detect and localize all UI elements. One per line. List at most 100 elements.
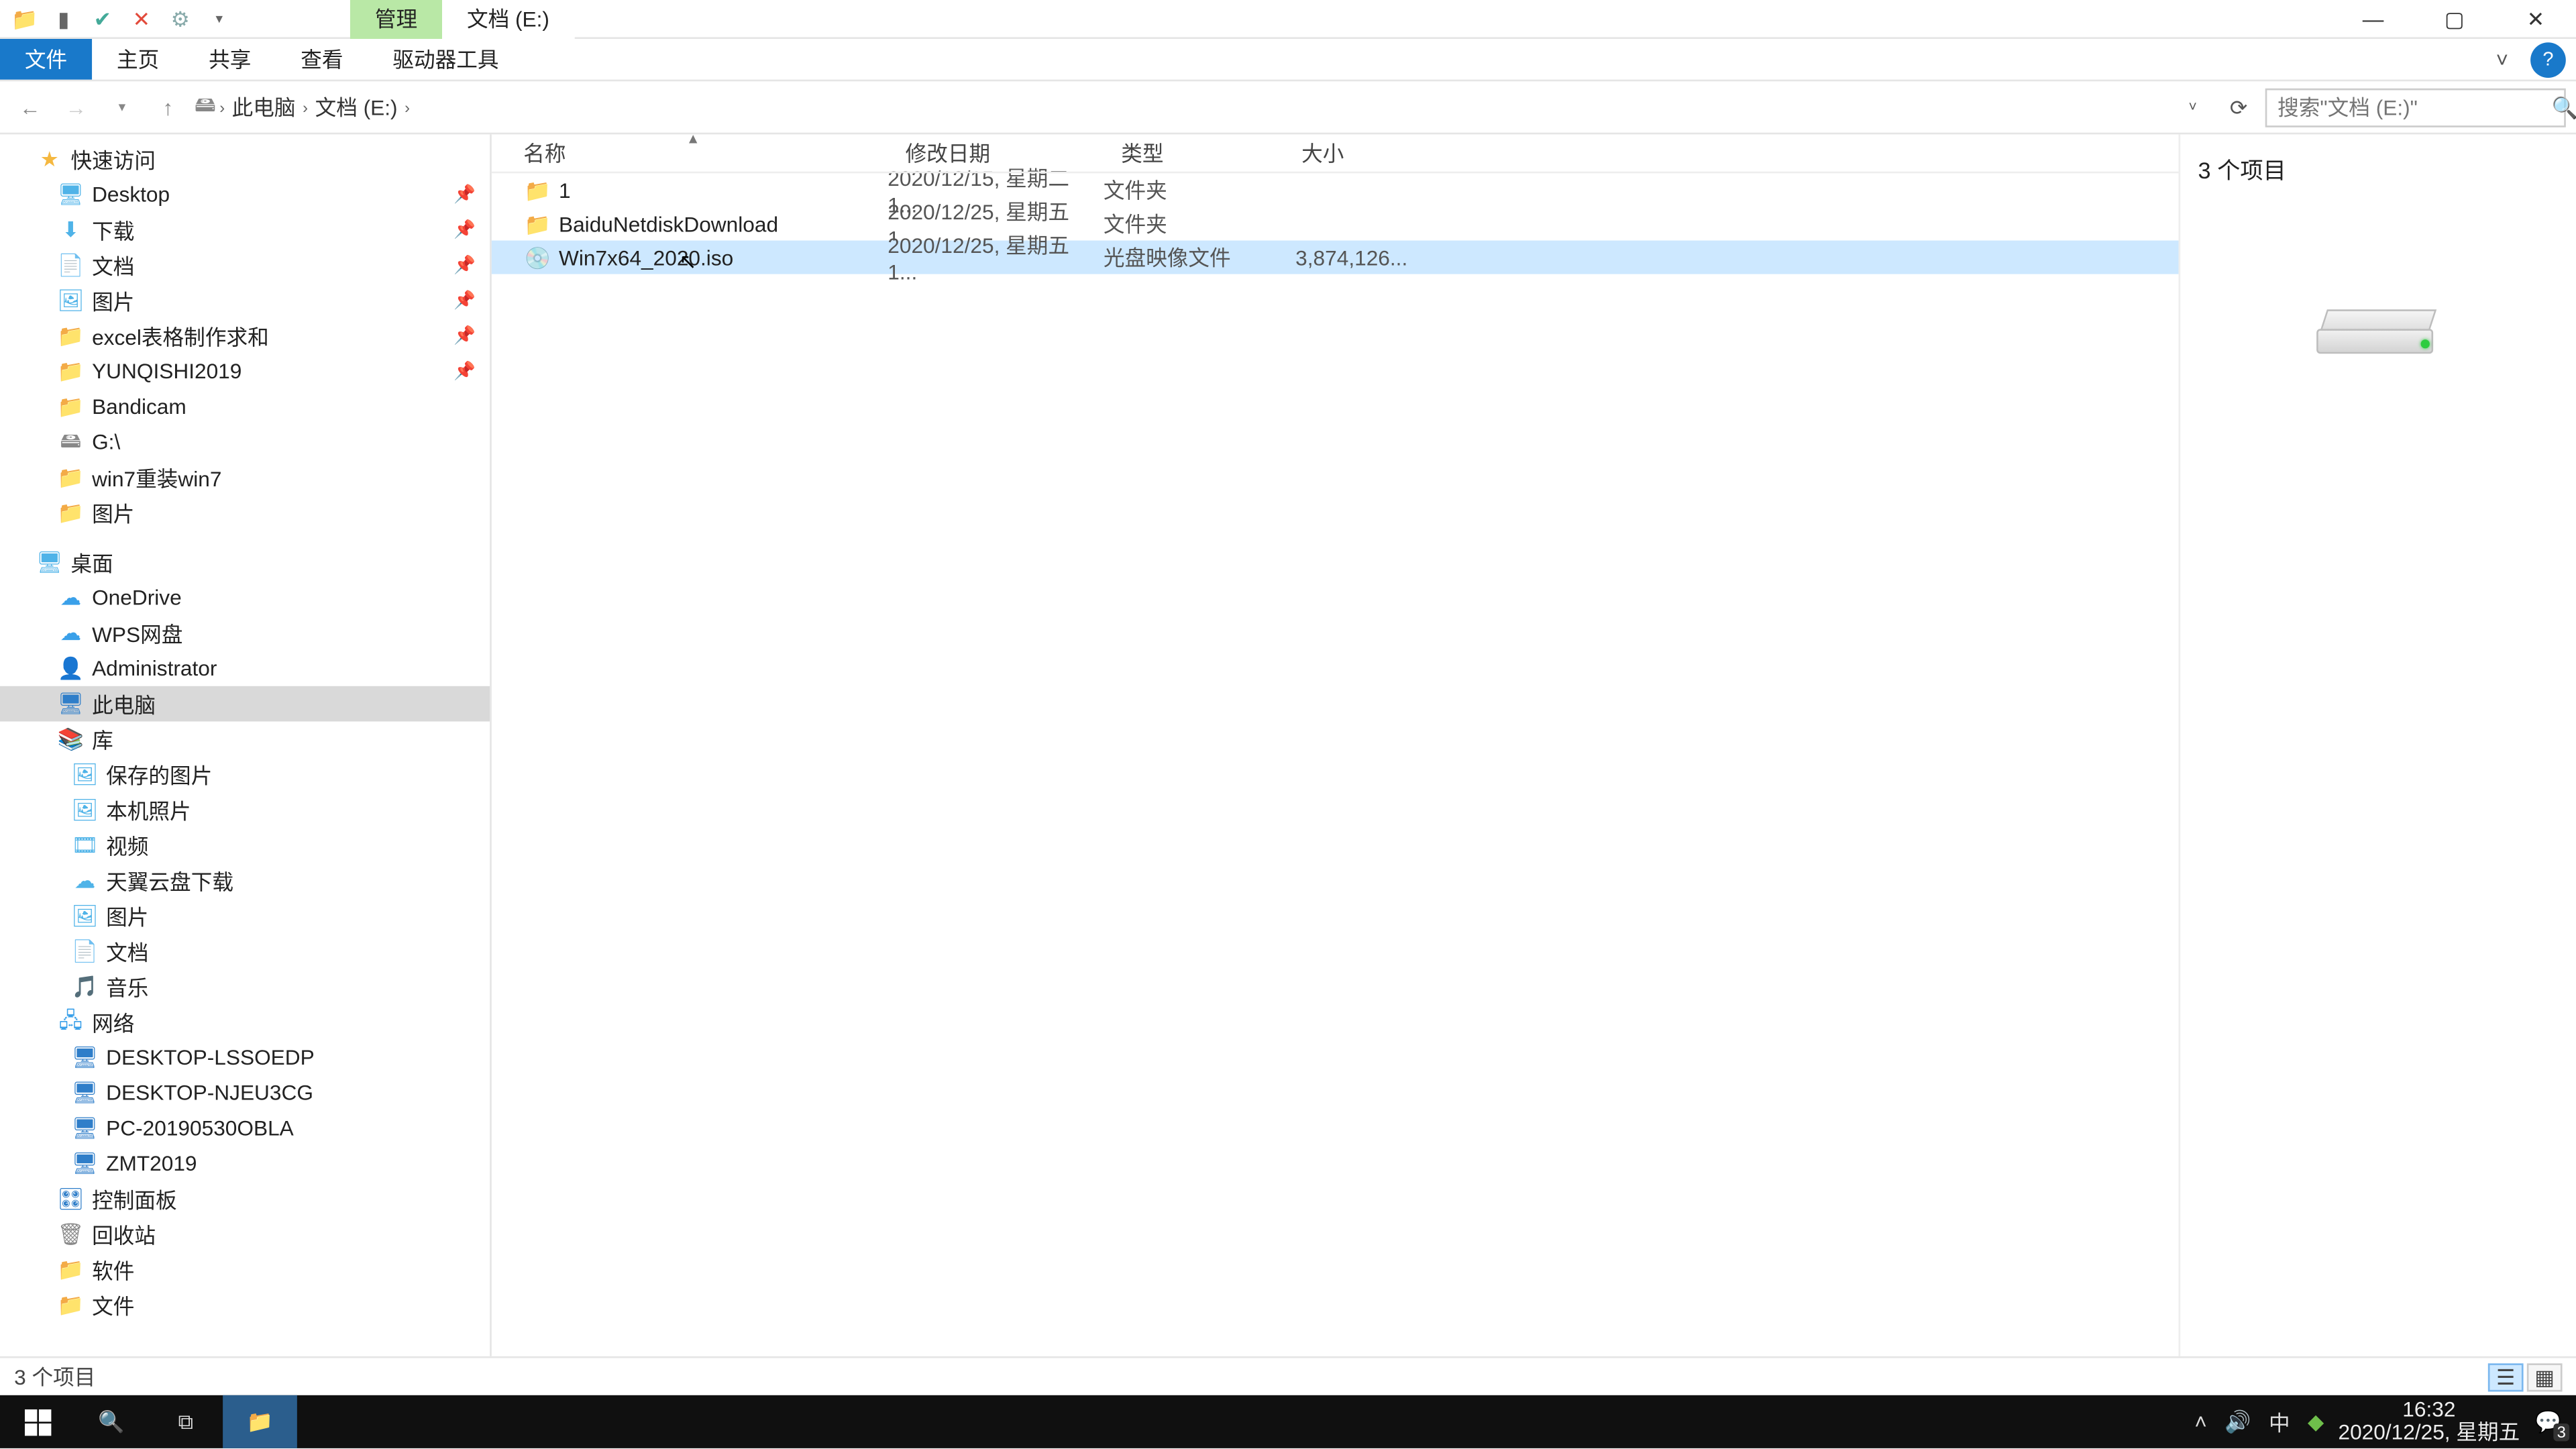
- pc-icon: 🖥: [56, 690, 85, 718]
- action-center-button[interactable]: 💬3: [2520, 1395, 2576, 1448]
- tray-ime-indicator[interactable]: 中: [2269, 1407, 2290, 1437]
- nav-up-button[interactable]: ↑: [148, 87, 187, 126]
- sort-asc-icon: ▲: [686, 134, 700, 146]
- file-list: 名称 ▲ 修改日期 类型 大小 📁1 2020/12/15, 星期二 1...文…: [492, 134, 2179, 1356]
- status-bar: 3 个项目 ☰ ▦: [0, 1356, 2576, 1395]
- search-box[interactable]: 🔍: [2265, 87, 2566, 126]
- nav-lib-item[interactable]: 🖼本机照片: [0, 792, 490, 828]
- nav-net-item[interactable]: 🖥PC-20190530OBLA: [0, 1110, 490, 1146]
- taskbar-search-button[interactable]: 🔍: [74, 1395, 149, 1448]
- nav-quick-access[interactable]: ★快速访问: [0, 142, 490, 177]
- qat-settings-icon[interactable]: ⚙: [166, 5, 195, 33]
- nav-libraries[interactable]: 📚库: [0, 721, 490, 757]
- qat-dropdown-icon[interactable]: ▾: [205, 5, 233, 33]
- nav-software[interactable]: 📁软件: [0, 1252, 490, 1287]
- chevron-right-icon[interactable]: ›: [219, 98, 225, 115]
- nav-back-button[interactable]: ←: [11, 87, 50, 126]
- nav-net-item[interactable]: 🖥DESKTOP-LSSOEDP: [0, 1040, 490, 1075]
- nav-quick-item[interactable]: 🖼图片📌: [0, 283, 490, 319]
- search-input[interactable]: [2277, 95, 2552, 119]
- nav-control-panel[interactable]: 🎛控制面板: [0, 1181, 490, 1217]
- file-row[interactable]: 📁1 2020/12/15, 星期二 1...文件夹: [492, 173, 2179, 207]
- maximize-button[interactable]: ▢: [2414, 0, 2495, 38]
- view-icons-button[interactable]: ▦: [2527, 1362, 2563, 1391]
- col-date[interactable]: 修改日期: [888, 138, 1104, 168]
- folder-icon: 📁: [56, 1256, 85, 1284]
- refresh-button[interactable]: ⟳: [2219, 87, 2258, 126]
- view-details-button[interactable]: ☰: [2488, 1362, 2524, 1391]
- nav-recent-dropdown[interactable]: ▾: [103, 87, 142, 126]
- ribbon-tab-home[interactable]: 主页: [92, 39, 184, 80]
- address-dropdown-icon[interactable]: ˅: [2174, 87, 2212, 126]
- tray-app-icon[interactable]: ◆: [2308, 1409, 2324, 1434]
- nav-wps[interactable]: ☁WPS网盘: [0, 615, 490, 651]
- breadcrumb[interactable]: 🖴 › 此电脑 › 文档 (E:) ›: [195, 89, 2166, 125]
- task-view-button[interactable]: ⧉: [148, 1395, 223, 1448]
- breadcrumb-drive[interactable]: 文档 (E:): [311, 89, 401, 125]
- nav-lib-item[interactable]: 🎞视频: [0, 828, 490, 863]
- nav-lib-item[interactable]: 🖼图片: [0, 898, 490, 934]
- nav-net-item[interactable]: 🖥DESKTOP-NJEU3CG: [0, 1075, 490, 1111]
- start-button[interactable]: [0, 1395, 74, 1448]
- nav-forward-button[interactable]: →: [56, 87, 95, 126]
- nav-this-pc[interactable]: 🖥此电脑: [0, 686, 490, 722]
- navigation-pane[interactable]: ★快速访问 🖥Desktop📌 ⬇下载📌 📄文档📌 🖼图片📌 📁excel表格制…: [0, 134, 492, 1356]
- taskbar-explorer[interactable]: 📁: [223, 1395, 297, 1448]
- nav-onedrive[interactable]: ☁OneDrive: [0, 580, 490, 616]
- nav-quick-item[interactable]: 📁YUNQISHI2019📌: [0, 354, 490, 389]
- file-row[interactable]: 📁BaiduNetdiskDownload 2020/12/25, 星期五 1.…: [492, 207, 2179, 240]
- nav-recycle-bin[interactable]: 🗑回收站: [0, 1217, 490, 1252]
- minimize-button[interactable]: —: [2332, 0, 2414, 38]
- close-button[interactable]: ✕: [2495, 0, 2576, 38]
- title-tab-path: 文档 (E:): [442, 0, 574, 38]
- ribbon-tab-file[interactable]: 文件: [0, 39, 92, 80]
- nav-quick-item[interactable]: 📁图片: [0, 495, 490, 531]
- ribbon-collapse-icon[interactable]: ˅: [2485, 39, 2520, 80]
- pc-icon: 🖴: [195, 89, 216, 125]
- nav-quick-item[interactable]: 🖥Desktop📌: [0, 177, 490, 213]
- nav-quick-item[interactable]: 📁Bandicam: [0, 389, 490, 425]
- file-row-selected[interactable]: 💿Win7x64_2020.iso 2020/12/25, 星期五 1...光盘…: [492, 240, 2179, 274]
- nav-lib-item[interactable]: 📄文档: [0, 934, 490, 969]
- chevron-right-icon[interactable]: ›: [303, 98, 308, 115]
- ribbon-tab-drive-tools[interactable]: 驱动器工具: [368, 39, 523, 80]
- pin-icon: 📌: [453, 362, 476, 381]
- tray-volume-icon[interactable]: 🔊: [2224, 1409, 2251, 1434]
- title-tab-manage[interactable]: 管理: [350, 0, 442, 38]
- preview-item-count: 3 个项目: [2198, 152, 2286, 186]
- ribbon-tab-view[interactable]: 查看: [276, 39, 368, 80]
- chevron-right-icon[interactable]: ›: [405, 98, 410, 115]
- pc-icon: 🖥: [70, 1114, 99, 1142]
- nav-files[interactable]: 📁文件: [0, 1287, 490, 1323]
- pin-icon: 📌: [453, 220, 476, 239]
- nav-user[interactable]: 👤Administrator: [0, 651, 490, 686]
- recycle-icon: 🗑: [56, 1220, 85, 1248]
- pc-icon: 🖥: [70, 1079, 99, 1107]
- status-item-count: 3 个项目: [14, 1362, 95, 1392]
- qat-close-icon[interactable]: ✕: [127, 5, 156, 33]
- nav-desktop[interactable]: 🖥桌面: [0, 545, 490, 580]
- nav-quick-item[interactable]: 📄文档📌: [0, 248, 490, 283]
- nav-net-item[interactable]: 🖥ZMT2019: [0, 1146, 490, 1181]
- taskbar-clock[interactable]: 16:32 2020/12/25, 星期五: [2338, 1399, 2520, 1446]
- preview-pane: 3 个项目: [2179, 134, 2576, 1356]
- search-icon[interactable]: 🔍: [2552, 95, 2576, 119]
- col-size[interactable]: 大小: [1284, 138, 1408, 168]
- col-type[interactable]: 类型: [1104, 138, 1284, 168]
- nav-quick-item[interactable]: 🖴G:\: [0, 425, 490, 460]
- nav-quick-item[interactable]: 📁win7重装win7: [0, 460, 490, 495]
- nav-lib-item[interactable]: ☁天翼云盘下载: [0, 863, 490, 898]
- nav-network[interactable]: 🖧网络: [0, 1004, 490, 1040]
- ribbon-tab-share[interactable]: 共享: [184, 39, 276, 80]
- tray-chevron-up-icon[interactable]: ˄: [2194, 1409, 2206, 1434]
- nav-quick-item[interactable]: 📁excel表格制作求和📌: [0, 318, 490, 354]
- qat-check-icon[interactable]: ✔: [89, 5, 117, 33]
- help-icon[interactable]: ?: [2530, 42, 2566, 78]
- pin-icon: 📌: [453, 184, 476, 204]
- pc-icon: 🖥: [70, 1043, 99, 1071]
- nav-quick-item[interactable]: ⬇下载📌: [0, 212, 490, 248]
- qat-open-icon[interactable]: ▮: [50, 5, 78, 33]
- nav-lib-item[interactable]: 🎵音乐: [0, 969, 490, 1005]
- nav-lib-item[interactable]: 🖼保存的图片: [0, 757, 490, 792]
- breadcrumb-root[interactable]: 此电脑: [228, 89, 299, 125]
